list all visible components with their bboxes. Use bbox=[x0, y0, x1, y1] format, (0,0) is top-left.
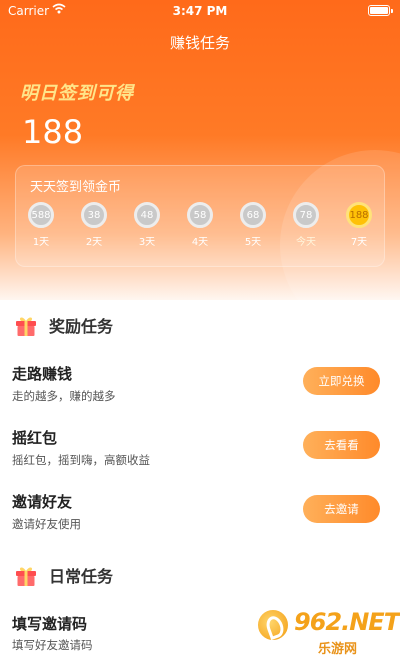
signin-day-2[interactable]: 38 2天 bbox=[69, 202, 119, 248]
watermark-name: 乐游网 bbox=[318, 642, 358, 657]
task-desc: 邀请好友使用 bbox=[12, 517, 81, 531]
task-desc: 摇红包，摇到嗨，高额收益 bbox=[12, 453, 150, 467]
task-invite-friends: 邀请好友 邀请好友使用 去邀请 bbox=[12, 491, 388, 541]
gift-icon bbox=[14, 313, 38, 337]
task-title: 邀请好友 bbox=[12, 493, 73, 511]
section-title: 奖励任务 bbox=[49, 317, 114, 336]
watermark-logo-icon bbox=[256, 608, 290, 642]
watermark: 962.NET 乐游网 bbox=[256, 608, 400, 657]
task-walk-earn: 走路赚钱 走的越多，赚的越多 立即兑换 bbox=[12, 363, 388, 413]
watermark-site: 962.NET bbox=[294, 608, 400, 636]
page-title: 赚钱任务 bbox=[169, 34, 230, 52]
invite-button[interactable]: 去邀请 bbox=[303, 495, 380, 523]
signin-day-4[interactable]: 58 4天 bbox=[175, 202, 225, 248]
redeem-now-button[interactable]: 立即兑换 bbox=[303, 367, 380, 395]
day-label: 7天 bbox=[350, 237, 368, 248]
signin-day-3[interactable]: 48 3天 bbox=[122, 202, 172, 248]
battery-icon bbox=[368, 5, 393, 16]
go-see-button[interactable]: 去看看 bbox=[303, 431, 380, 459]
day-label: 4天 bbox=[191, 237, 209, 248]
day-label: 2天 bbox=[85, 237, 103, 248]
task-title: 走路赚钱 bbox=[12, 365, 73, 383]
signin-days: 588 1天 38 2天 48 3天 58 4天 68 5天 78 今天 188… bbox=[16, 202, 386, 262]
coin-icon: 38 bbox=[81, 202, 107, 228]
signin-day-7[interactable]: 188 7天 bbox=[334, 202, 384, 248]
signin-day-today[interactable]: 78 今天 bbox=[281, 202, 331, 248]
coin-icon: 78 bbox=[293, 202, 319, 228]
gold-coin-icon: 188 bbox=[346, 202, 372, 228]
status-time: 3:47 PM bbox=[172, 4, 228, 18]
task-desc: 走的越多，赚的越多 bbox=[12, 389, 116, 403]
signin-title: 天天签到领金币 bbox=[30, 180, 122, 195]
task-title: 填写邀请码 bbox=[12, 615, 88, 633]
gift-icon bbox=[14, 563, 38, 587]
section-title: 日常任务 bbox=[49, 567, 114, 586]
tomorrow-reward-amount: 188 bbox=[22, 113, 84, 151]
coin-icon: 58 bbox=[187, 202, 213, 228]
day-label: 3天 bbox=[138, 237, 156, 248]
hero-banner: Carrier 3:47 PM 赚钱任务 明日签到可得 188 天天签到领金币 … bbox=[0, 0, 400, 300]
signin-day-5[interactable]: 68 5天 bbox=[228, 202, 278, 248]
signin-day-1[interactable]: 588 1天 bbox=[16, 202, 66, 248]
coin-icon: 48 bbox=[134, 202, 160, 228]
day-label: 今天 bbox=[296, 237, 316, 248]
day-label: 1天 bbox=[32, 237, 50, 248]
day-label: 5天 bbox=[244, 237, 262, 248]
task-shake-red-packet: 摇红包 摇红包，摇到嗨，高额收益 去看看 bbox=[12, 427, 388, 477]
task-desc: 填写好友邀请码 bbox=[12, 638, 93, 652]
status-bar: Carrier 3:47 PM bbox=[0, 0, 400, 22]
task-title: 摇红包 bbox=[12, 429, 58, 447]
coin-icon: 68 bbox=[240, 202, 266, 228]
daily-signin-card: 天天签到领金币 588 1天 38 2天 48 3天 58 4天 68 5天 7… bbox=[15, 165, 385, 267]
tomorrow-reward-label: 明日签到可得 bbox=[20, 83, 134, 104]
coin-icon: 588 bbox=[28, 202, 54, 228]
